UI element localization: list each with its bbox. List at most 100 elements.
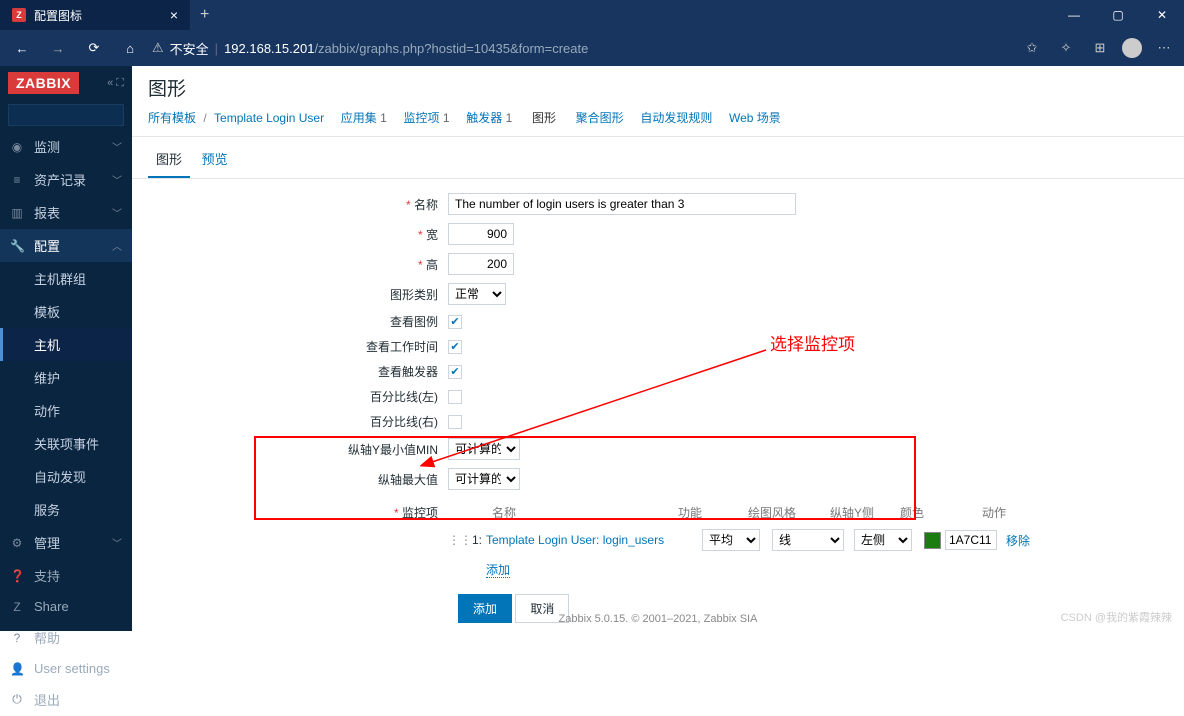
tab-preview[interactable]: 预览 — [194, 143, 236, 176]
user-icon: 👤 — [10, 662, 24, 676]
window-controls: — ▢ ✕ — [1052, 0, 1184, 30]
add-item-link[interactable]: 添加 — [486, 563, 510, 578]
favorites-icon[interactable]: ✩ — [1020, 40, 1044, 56]
type-select[interactable]: 正常 — [448, 283, 506, 305]
pright-checkbox[interactable] — [448, 415, 462, 429]
refresh-button[interactable]: ⟳ — [80, 34, 108, 62]
minimize-button[interactable]: — — [1052, 0, 1096, 30]
chevron-down-icon: ﹀ — [112, 535, 122, 550]
table-row: ⋮⋮ 1: Template Login User: login_users 平… — [448, 525, 1056, 555]
home-button[interactable]: ⌂ — [116, 34, 144, 62]
label-worktime: 查看工作时间 — [148, 338, 448, 355]
extensions-icon[interactable]: ⊞ — [1088, 40, 1112, 56]
ymax-select[interactable]: 可计算的 — [448, 468, 520, 490]
sidebar-item-correlation[interactable]: 关联项事件 — [0, 427, 132, 460]
nav-usersettings[interactable]: 👤User settings — [0, 654, 132, 683]
profile-avatar[interactable] — [1122, 38, 1142, 58]
footer: Zabbix 5.0.15. © 2001–2021, Zabbix SIA — [132, 607, 1184, 631]
sidebar-item-services[interactable]: 服务 — [0, 493, 132, 526]
browser-titlebar: Z 配置图标 × + — ▢ ✕ — [0, 0, 1184, 30]
chevron-down-icon: ﹀ — [112, 172, 122, 187]
remove-link[interactable]: 移除 — [1006, 534, 1030, 548]
warning-icon: ⚠ — [152, 40, 164, 56]
label-height: 高 — [148, 256, 448, 273]
drag-handle-icon[interactable]: ⋮⋮ — [448, 533, 466, 547]
nav-config[interactable]: 🔧配置︿ — [0, 229, 132, 262]
sidebar-item-hosts[interactable]: 主机 — [0, 328, 132, 361]
tab-graph[interactable]: 图形 — [148, 143, 190, 178]
help-icon: ? — [10, 631, 24, 645]
item-link[interactable]: Template Login User: login_users — [486, 533, 702, 547]
color-swatch[interactable] — [924, 532, 941, 549]
list-icon: ≡ — [10, 173, 24, 187]
back-button[interactable]: ← — [8, 34, 36, 62]
bc-items[interactable]: 监控项 1 — [404, 111, 450, 125]
row-func-select[interactable]: 平均 — [702, 529, 760, 551]
chevron-down-icon: ﹀ — [112, 139, 122, 154]
label-triggers: 查看触发器 — [148, 363, 448, 380]
collections-icon[interactable]: ✧ — [1054, 40, 1078, 56]
bc-web[interactable]: Web 场景 — [729, 111, 781, 125]
menu-icon[interactable]: ⋯ — [1152, 40, 1176, 56]
bc-all-templates[interactable]: 所有模板 — [148, 111, 196, 125]
sidebar-collapse-icon[interactable]: «⛶ — [107, 77, 124, 90]
support-icon: ❓ — [10, 569, 24, 583]
nav-reports[interactable]: ▥报表﹀ — [0, 196, 132, 229]
url-path: /zabbix/graphs.php?hostid=10435&form=cre… — [314, 41, 588, 56]
nav-monitoring[interactable]: ◉监测﹀ — [0, 130, 132, 163]
label-name: 名称 — [148, 196, 448, 213]
tab-favicon: Z — [12, 8, 26, 22]
col-name: 名称 — [448, 504, 678, 521]
sidebar-search[interactable]: ⌕ — [8, 104, 124, 126]
logout-icon: ⏻ — [10, 692, 24, 707]
security-label: 不安全 — [170, 39, 209, 58]
nav-inventory[interactable]: ≡资产记录﹀ — [0, 163, 132, 196]
annotation-label: 选择监控项 — [770, 330, 855, 355]
sidebar-item-actions[interactable]: 动作 — [0, 394, 132, 427]
nav-share[interactable]: ZShare — [0, 592, 132, 621]
row-axis-select[interactable]: 左侧 — [854, 529, 912, 551]
worktime-checkbox[interactable]: ✔ — [448, 340, 462, 354]
items-table-head: 名称 功能 绘图风格 纵轴Y侧 颜色 动作 — [448, 498, 1056, 525]
maximize-button[interactable]: ▢ — [1096, 0, 1140, 30]
sidebar: ZABBIX «⛶ ⌕ ◉监测﹀ ≡资产记录﹀ ▥报表﹀ 🔧配置︿ 主机群组 模… — [0, 66, 132, 631]
sidebar-item-maintenance[interactable]: 维护 — [0, 361, 132, 394]
bc-triggers[interactable]: 触发器 1 — [466, 111, 512, 125]
label-ymax: 纵轴最大值 — [148, 471, 448, 488]
name-input[interactable] — [448, 193, 796, 215]
legend-checkbox[interactable]: ✔ — [448, 315, 462, 329]
browser-tab[interactable]: Z 配置图标 × — [0, 0, 190, 30]
new-tab-button[interactable]: + — [190, 6, 219, 24]
wrench-icon: 🔧 — [10, 239, 24, 253]
tab-bar: 图形 预览 — [132, 137, 1184, 179]
height-input[interactable] — [448, 253, 514, 275]
bc-discovery[interactable]: 自动发现规则 — [640, 111, 712, 125]
triggers-checkbox[interactable]: ✔ — [448, 365, 462, 379]
color-input[interactable] — [945, 530, 997, 550]
close-button[interactable]: ✕ — [1140, 0, 1184, 30]
row-index: 1: — [466, 533, 486, 547]
sidebar-item-templates[interactable]: 模板 — [0, 295, 132, 328]
pleft-checkbox[interactable] — [448, 390, 462, 404]
nav-help[interactable]: ?帮助 — [0, 621, 132, 654]
row-style-select[interactable]: 线 — [772, 529, 844, 551]
nav-admin[interactable]: ⚙管理﹀ — [0, 526, 132, 559]
address-bar[interactable]: ⚠ 不安全 | 192.168.15.201/zabbix/graphs.php… — [152, 39, 1012, 58]
tab-title: 配置图标 — [34, 7, 82, 24]
label-pright: 百分比线(右) — [148, 413, 448, 430]
nav-support[interactable]: ❓支持 — [0, 559, 132, 592]
forward-button: → — [44, 34, 72, 62]
bc-apps[interactable]: 应用集 1 — [341, 111, 387, 125]
nav-logout[interactable]: ⏻退出 — [0, 683, 132, 716]
tab-close-icon[interactable]: × — [170, 7, 178, 23]
label-type: 图形类别 — [148, 286, 448, 303]
bc-aggregate[interactable]: 聚合图形 — [576, 111, 624, 125]
sidebar-item-discovery[interactable]: 自动发现 — [0, 460, 132, 493]
width-input[interactable] — [448, 223, 514, 245]
bc-template[interactable]: Template Login User — [214, 111, 324, 125]
ymin-select[interactable]: 可计算的 — [448, 438, 520, 460]
sidebar-item-hostgroups[interactable]: 主机群组 — [0, 262, 132, 295]
col-color: 颜色 — [900, 504, 982, 521]
logo[interactable]: ZABBIX — [8, 72, 79, 94]
url-host: 192.168.15.201 — [224, 41, 314, 56]
